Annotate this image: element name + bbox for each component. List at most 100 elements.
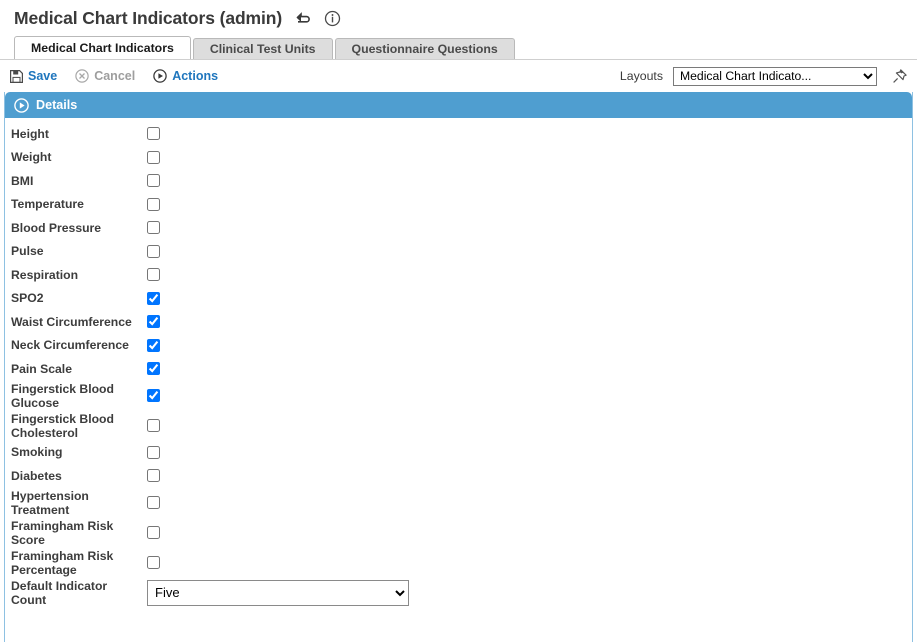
field-control: [147, 315, 160, 329]
checkbox-temperature[interactable]: [147, 197, 160, 211]
field-row-waist-circumference: Waist Circumference: [5, 310, 912, 334]
field-label: BMI: [11, 173, 34, 188]
tab-medical-chart-indicators[interactable]: Medical Chart Indicators: [14, 36, 191, 59]
field-row-height: Height: [5, 122, 912, 146]
checkbox-spo2[interactable]: [147, 291, 160, 305]
field-control: [147, 150, 160, 164]
field-label: Smoking: [11, 445, 63, 460]
field-row-pain-scale: Pain Scale: [5, 357, 912, 381]
field-label: Framingham Risk Percentage: [11, 548, 114, 577]
field-row-default-indicator-count: Default Indicator Count Five: [5, 578, 912, 608]
actions-label: Actions: [172, 69, 219, 83]
actions-button[interactable]: Actions: [153, 69, 218, 83]
field-control: [147, 174, 160, 188]
field-control: [147, 389, 160, 402]
checkbox-pulse[interactable]: [147, 244, 160, 258]
cancel-button[interactable]: Cancel: [75, 69, 135, 83]
field-row-smoking: Smoking: [5, 441, 912, 465]
field-control: [147, 127, 160, 141]
field-row-temperature: Temperature: [5, 193, 912, 217]
info-circle-icon[interactable]: [322, 8, 342, 28]
checkbox-fingerstick-blood-cholesterol[interactable]: [147, 419, 160, 432]
field-control: [147, 291, 160, 305]
field-label: SPO2: [11, 291, 44, 306]
details-panel: Details Height Weight BMI Temperature Bl…: [4, 92, 913, 642]
field-label: Weight: [11, 150, 52, 165]
field-control: [147, 469, 160, 483]
checkbox-hypertension-treatment[interactable]: [147, 496, 160, 509]
field-control: [147, 197, 160, 211]
field-control: [147, 419, 160, 432]
field-label: Waist Circumference: [11, 314, 132, 329]
checkbox-blood-pressure[interactable]: [147, 221, 160, 235]
field-row-diabetes: Diabetes: [5, 464, 912, 488]
checkbox-pain-scale[interactable]: [147, 362, 160, 376]
cancel-label: Cancel: [94, 69, 136, 83]
field-row-neck-circumference: Neck Circumference: [5, 334, 912, 358]
save-button[interactable]: Save: [10, 69, 57, 83]
details-panel-title: Details: [36, 98, 78, 112]
field-control: [147, 496, 160, 509]
play-circle-icon: [153, 69, 167, 83]
field-control: [147, 445, 160, 459]
checkbox-waist-circumference[interactable]: [147, 315, 160, 329]
field-label: Fingerstick Blood Cholesterol: [11, 411, 114, 440]
field-control: [147, 338, 160, 352]
field-label: Blood Pressure: [11, 220, 102, 235]
field-row-framingham-risk-score: Framingham Risk Score: [5, 518, 912, 548]
field-label: Height: [11, 126, 49, 141]
details-panel-header[interactable]: Details: [5, 92, 912, 118]
field-label: Fingerstick Blood Glucose: [11, 381, 114, 410]
checkbox-neck-circumference[interactable]: [147, 338, 160, 352]
field-label: Hypertension Treatment: [11, 488, 89, 517]
field-row-framingham-risk-percentage: Framingham Risk Percentage: [5, 548, 912, 578]
field-control: Five: [147, 579, 409, 606]
checkbox-smoking[interactable]: [147, 445, 160, 459]
field-row-weight: Weight: [5, 146, 912, 170]
checkbox-framingham-risk-percentage[interactable]: [147, 556, 160, 569]
tab-questionnaire-questions[interactable]: Questionnaire Questions: [334, 38, 515, 59]
return-arrow-icon[interactable]: [292, 8, 312, 28]
field-label: Neck Circumference: [11, 338, 129, 353]
page-header: Medical Chart Indicators (admin): [0, 0, 917, 32]
layouts-select[interactable]: Medical Chart Indicato...: [673, 66, 877, 86]
floppy-disk-icon: [10, 69, 23, 83]
field-label: Default Indicator Count: [11, 578, 108, 607]
default-indicator-count-select[interactable]: Five: [147, 579, 409, 606]
checkbox-diabetes[interactable]: [147, 469, 160, 483]
tab-clinical-test-units[interactable]: Clinical Test Units: [192, 38, 333, 59]
field-label: Respiration: [11, 267, 79, 282]
field-control: [147, 362, 160, 376]
checkbox-height[interactable]: [147, 127, 160, 141]
checkbox-fingerstick-blood-glucose[interactable]: [147, 389, 160, 402]
field-row-fingerstick-blood-glucose: Fingerstick Blood Glucose: [5, 381, 912, 411]
field-label: Framingham Risk Score: [11, 518, 114, 547]
field-row-bmi: BMI: [5, 169, 912, 193]
field-label: Pulse: [11, 244, 44, 259]
checkbox-framingham-risk-score[interactable]: [147, 526, 160, 539]
field-label: Pain Scale: [11, 361, 72, 376]
field-control: [147, 556, 160, 569]
checkbox-bmi[interactable]: [147, 174, 160, 188]
details-panel-body: Height Weight BMI Temperature Blood Pres: [5, 118, 912, 608]
field-row-blood-pressure: Blood Pressure: [5, 216, 912, 240]
field-row-fingerstick-blood-cholesterol: Fingerstick Blood Cholesterol: [5, 411, 912, 441]
field-label: Diabetes: [11, 468, 62, 483]
play-circle-icon: [14, 97, 29, 113]
field-control: [147, 244, 160, 258]
checkbox-respiration[interactable]: [147, 268, 160, 282]
field-row-hypertension-treatment: Hypertension Treatment: [5, 488, 912, 518]
field-control: [147, 526, 160, 539]
field-control: [147, 268, 160, 282]
page-title: Medical Chart Indicators (admin): [14, 7, 283, 28]
field-row-respiration: Respiration: [5, 263, 912, 287]
save-label: Save: [28, 69, 58, 83]
cancel-circle-icon: [75, 69, 89, 83]
checkbox-weight[interactable]: [147, 150, 160, 164]
field-row-pulse: Pulse: [5, 240, 912, 264]
pushpin-icon[interactable]: [889, 66, 909, 86]
field-label: Temperature: [11, 197, 84, 212]
tab-strip: Medical Chart Indicators Clinical Test U…: [14, 36, 917, 59]
layouts-label: Layouts: [619, 69, 663, 83]
field-control: [147, 221, 160, 235]
